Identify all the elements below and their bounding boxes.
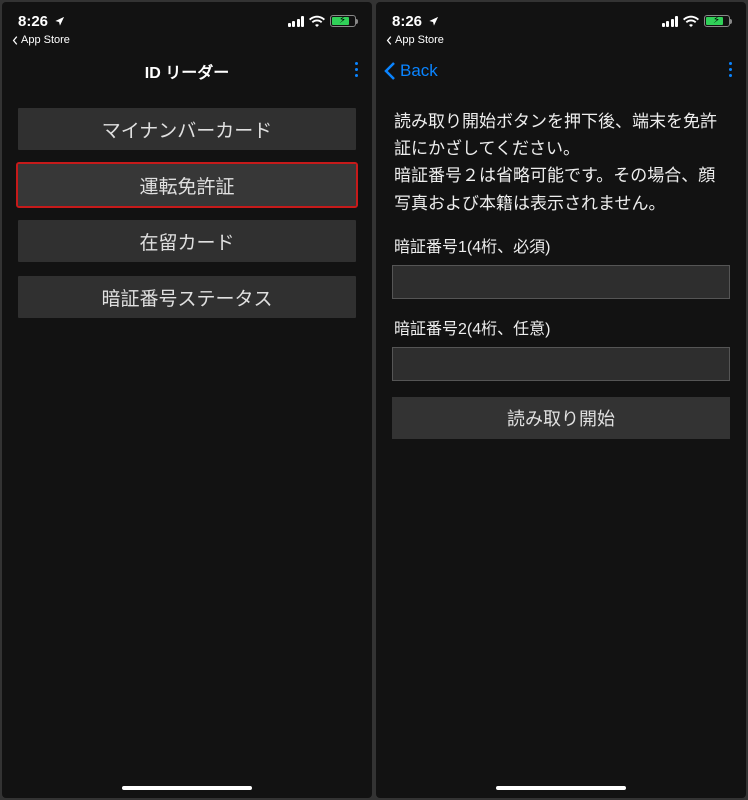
chevron-left-icon <box>386 36 393 45</box>
app-header: Back <box>376 50 746 92</box>
chevron-left-icon <box>384 61 396 81</box>
location-icon <box>428 16 439 27</box>
option-label: 運転免許証 <box>139 172 234 199</box>
status-time-text: 8:26 <box>392 13 422 30</box>
status-bar: 8:26 ⚡︎ <box>376 2 746 34</box>
option-my-number-card[interactable]: マイナンバーカード <box>18 108 356 150</box>
start-label: 読み取り開始 <box>507 405 615 431</box>
cellular-icon <box>288 16 305 27</box>
main-content-right: 読み取り開始ボタンを押下後、端末を免許証にかざしてください。 暗証番号２は省略可… <box>376 92 746 798</box>
wifi-icon <box>309 15 325 27</box>
back-to-appstore[interactable]: App Store <box>2 34 372 46</box>
instruction-text: 読み取り開始ボタンを押下後、端末を免許証にかざしてください。 暗証番号２は省略可… <box>392 108 730 217</box>
status-indicators: ⚡︎ <box>288 15 357 27</box>
pin1-label: 暗証番号1(4桁、必須) <box>392 233 730 257</box>
option-label: マイナンバーカード <box>102 116 273 143</box>
pin2-input[interactable] <box>392 347 730 381</box>
wifi-icon <box>683 15 699 27</box>
battery-icon: ⚡︎ <box>330 15 356 27</box>
pin2-label: 暗証番号2(4桁、任意) <box>392 315 730 339</box>
home-indicator[interactable] <box>496 786 626 790</box>
main-content-left: マイナンバーカード 運転免許証 在留カード 暗証番号ステータス <box>2 92 372 798</box>
option-pin-status[interactable]: 暗証番号ステータス <box>18 276 356 318</box>
option-label: 在留カード <box>139 228 234 255</box>
location-icon <box>54 16 65 27</box>
option-label: 暗証番号ステータス <box>101 284 272 311</box>
status-time: 8:26 <box>18 13 65 30</box>
status-bar: 8:26 ⚡︎ <box>2 2 372 34</box>
page-title: ID リーダー <box>145 59 229 83</box>
back-button[interactable]: Back <box>384 61 438 81</box>
more-menu-button[interactable] <box>729 62 732 77</box>
app-header: ID リーダー <box>2 50 372 92</box>
option-residence-card[interactable]: 在留カード <box>18 220 356 262</box>
home-indicator[interactable] <box>122 786 252 790</box>
battery-icon: ⚡︎ <box>704 15 730 27</box>
back-label: Back <box>400 61 438 81</box>
pin1-input[interactable] <box>392 265 730 299</box>
cellular-icon <box>662 16 679 27</box>
status-time-text: 8:26 <box>18 13 48 30</box>
back-context-label: App Store <box>21 34 70 46</box>
more-menu-button[interactable] <box>355 62 358 77</box>
phone-screen-right: 8:26 ⚡︎ App Store Back 読み取り開始ボタンを押下後、端末を… <box>376 2 746 798</box>
option-drivers-license[interactable]: 運転免許証 <box>18 164 356 206</box>
chevron-left-icon <box>12 36 19 45</box>
start-reading-button[interactable]: 読み取り開始 <box>392 397 730 439</box>
phone-screen-left: 8:26 ⚡︎ App Store ID リーダー マイナンバーカード 運転免許… <box>2 2 372 798</box>
back-to-appstore[interactable]: App Store <box>376 34 746 46</box>
status-indicators: ⚡︎ <box>662 15 731 27</box>
back-context-label: App Store <box>395 34 444 46</box>
status-time: 8:26 <box>392 13 439 30</box>
